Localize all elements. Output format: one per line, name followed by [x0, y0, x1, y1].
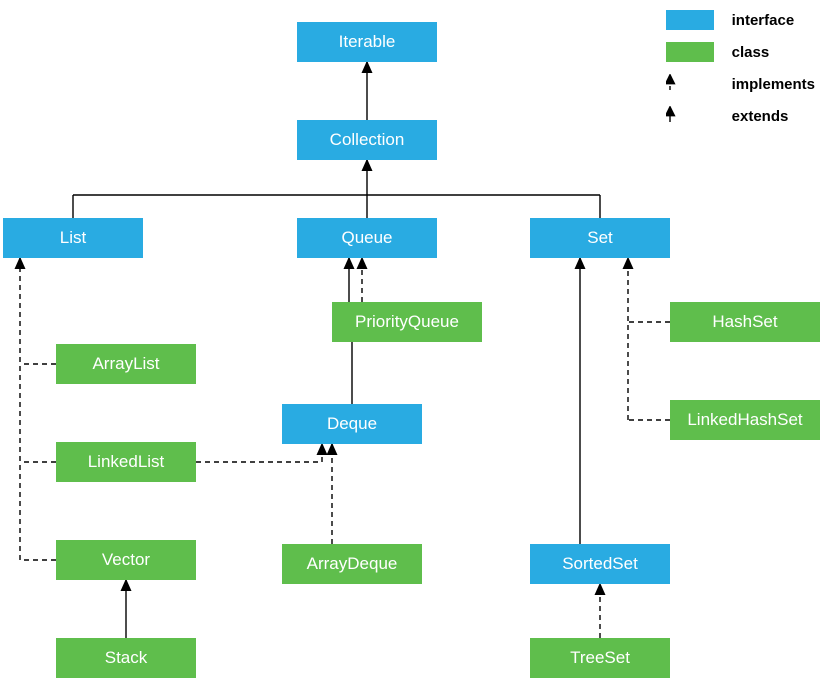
node-hashset: HashSet: [670, 302, 820, 342]
node-collection: Collection: [297, 120, 437, 160]
node-queue: Queue: [297, 218, 437, 258]
legend-swatch-interface: [666, 10, 714, 30]
node-label: Deque: [327, 414, 377, 434]
diagram-canvas: { "legend": { "interface": "interface", …: [0, 0, 825, 691]
legend-label-extends: extends: [732, 108, 789, 125]
node-label: Queue: [341, 228, 392, 248]
legend-class: class: [666, 38, 815, 66]
node-label: Stack: [105, 648, 148, 668]
node-label: TreeSet: [570, 648, 630, 668]
node-linkedlist: LinkedList: [56, 442, 196, 482]
node-label: LinkedList: [88, 452, 165, 472]
node-label: PriorityQueue: [355, 312, 459, 332]
legend-swatch-class: [666, 42, 714, 62]
node-list: List: [3, 218, 143, 258]
node-label: SortedSet: [562, 554, 638, 574]
legend-line-implements: [666, 74, 714, 94]
node-label: Set: [587, 228, 613, 248]
legend-line-extends: [666, 106, 714, 126]
legend-label-implements: implements: [732, 76, 815, 93]
node-label: ArrayDeque: [307, 554, 398, 574]
node-label: Iterable: [339, 32, 396, 52]
legend-label-interface: interface: [732, 12, 795, 29]
legend: interface class implements extends: [666, 6, 815, 134]
node-label: LinkedHashSet: [687, 410, 802, 430]
node-vector: Vector: [56, 540, 196, 580]
node-stack: Stack: [56, 638, 196, 678]
node-label: HashSet: [712, 312, 777, 332]
legend-implements: implements: [666, 70, 815, 98]
node-arraydeque: ArrayDeque: [282, 544, 422, 584]
node-sortedset: SortedSet: [530, 544, 670, 584]
legend-label-class: class: [732, 44, 770, 61]
node-deque: Deque: [282, 404, 422, 444]
node-label: Vector: [102, 550, 150, 570]
node-label: List: [60, 228, 86, 248]
node-set: Set: [530, 218, 670, 258]
legend-interface: interface: [666, 6, 815, 34]
node-label: Collection: [330, 130, 405, 150]
node-label: ArrayList: [92, 354, 159, 374]
node-priorityqueue: PriorityQueue: [332, 302, 482, 342]
node-linkedhashset: LinkedHashSet: [670, 400, 820, 440]
node-iterable: Iterable: [297, 22, 437, 62]
node-arraylist: ArrayList: [56, 344, 196, 384]
legend-extends: extends: [666, 102, 815, 130]
node-treeset: TreeSet: [530, 638, 670, 678]
